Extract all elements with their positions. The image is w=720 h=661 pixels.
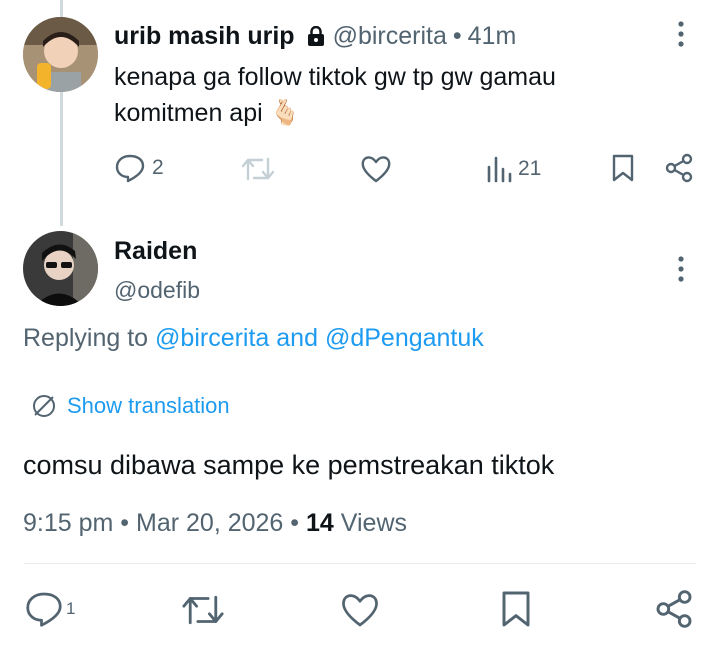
share-icon [665, 153, 693, 183]
tweet-date[interactable]: Mar 20, 2026 [136, 509, 283, 537]
parent-time[interactable]: 41m [468, 21, 517, 51]
hand-emoji: 🫰🏻 [269, 99, 301, 127]
tweet-time[interactable]: 9:15 pm [23, 509, 113, 537]
parent-reply-count: 2 [152, 156, 164, 179]
main-reply-button[interactable]: 1 [24, 590, 75, 628]
more-vertical-icon [678, 256, 684, 282]
parent-views-count: 21 [518, 157, 542, 180]
main-reply-count: 1 [66, 599, 76, 618]
heart-icon [342, 594, 378, 627]
parent-handle[interactable]: @bircerita [333, 21, 447, 51]
main-share-button[interactable] [654, 589, 694, 629]
main-more-button[interactable] [676, 255, 686, 283]
heart-icon [361, 156, 391, 183]
main-display-name[interactable]: Raiden [114, 236, 197, 266]
parent-views-button[interactable]: 21 [486, 155, 541, 183]
main-tweet-text: comsu dibawa sampe ke pemstreakan tiktok [23, 450, 555, 480]
meta-separator-2: • [290, 509, 300, 537]
user-avatar-photo-icon [23, 17, 98, 92]
reply-user-link-1[interactable]: @bircerita [155, 324, 269, 352]
reply-icon [115, 154, 145, 183]
tweet-meta-line: 9:15 pm • Mar 20, 2026 • 14 Views [23, 507, 407, 539]
replying-to-line: Replying to @bircerita and @dPengantuk [23, 322, 484, 354]
parent-retweet-button[interactable] [240, 155, 276, 183]
meta-separator-1: • [120, 509, 130, 537]
translate-globe-icon [33, 395, 55, 417]
parent-share-button[interactable] [664, 153, 694, 183]
parent-like-button[interactable] [360, 154, 392, 184]
parent-text-line2: komitmen api [114, 99, 263, 127]
main-bookmark-button[interactable] [500, 589, 532, 629]
main-like-button[interactable] [340, 591, 380, 629]
views-chart-icon [487, 156, 512, 183]
parent-text-line1: kenapa ga follow tiktok gw tp gw gamau [114, 63, 556, 91]
views-count: 14 [306, 509, 334, 537]
share-icon [656, 590, 692, 628]
bookmark-icon [612, 154, 634, 182]
more-vertical-icon [678, 21, 684, 47]
parent-separator: • [452, 22, 462, 50]
main-handle[interactable]: @odefib [114, 276, 200, 304]
parent-bookmark-button[interactable] [611, 153, 635, 183]
show-translation-label: Show translation [67, 393, 230, 418]
parent-tweet-text: kenapa ga follow tiktok gw tp gw gamau k… [114, 59, 556, 131]
parent-more-button[interactable] [676, 20, 686, 48]
replying-to-label: Replying to [23, 324, 149, 352]
parent-display-name[interactable]: urib masih urip [114, 21, 295, 51]
main-avatar[interactable] [23, 231, 98, 306]
reply-icon [26, 592, 62, 627]
reply-user-link-2[interactable]: @dPengantuk [325, 324, 484, 352]
views-label: Views [340, 509, 408, 537]
lock-icon [307, 26, 325, 46]
main-retweet-button[interactable] [180, 592, 226, 628]
actions-divider [24, 563, 696, 564]
retweet-icon [182, 595, 224, 625]
parent-avatar[interactable] [23, 17, 98, 92]
parent-reply-button[interactable]: 2 [114, 153, 164, 183]
user-avatar-photo-icon [23, 231, 98, 306]
reply-and-label: and [276, 324, 318, 352]
bookmark-icon [502, 591, 530, 627]
retweet-icon [241, 157, 275, 181]
show-translation-button[interactable]: Show translation [31, 393, 230, 419]
